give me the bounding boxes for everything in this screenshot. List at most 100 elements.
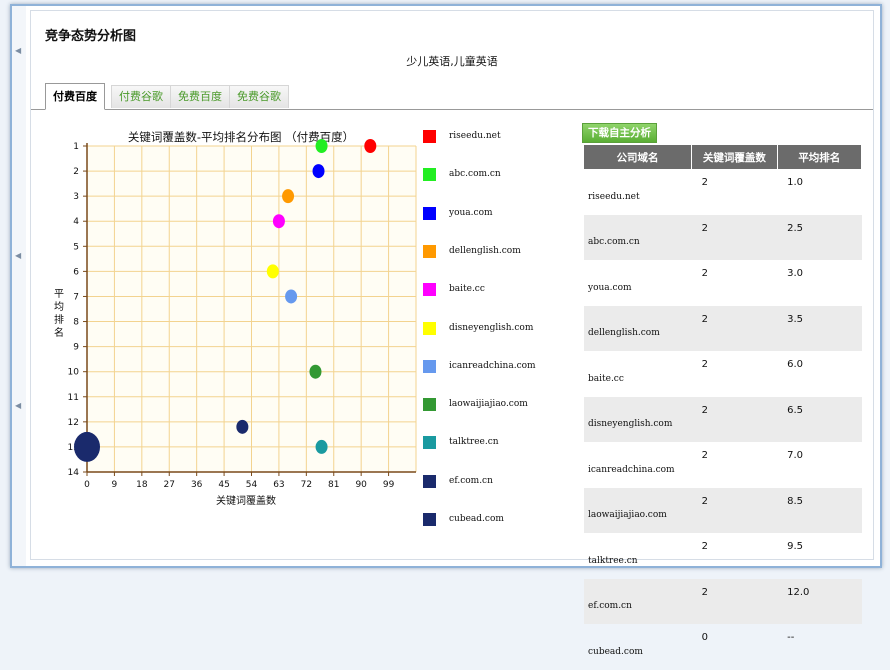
collapse-arrow-icon[interactable]: ◀: [15, 46, 21, 55]
avg-rank-cell: 3.5: [777, 305, 862, 351]
legend-swatch: [423, 474, 436, 488]
table-row: riseedu.net 2 1.0: [584, 169, 862, 215]
domain-cell: disneyenglish.com: [584, 396, 692, 442]
domain-cell: abc.com.cn: [584, 214, 692, 260]
x-tick-label: 54: [246, 480, 258, 490]
table-row: youa.com 2 3.0: [584, 260, 862, 306]
avg-rank-cell: 12.0: [777, 578, 862, 624]
data-point: [266, 264, 279, 279]
x-tick-label: 72: [301, 480, 312, 490]
column-header-domain[interactable]: 公司域名: [584, 145, 693, 169]
table-row: dellenglish.com 2 3.5: [584, 305, 862, 351]
legend-item[interactable]: youa.com: [423, 206, 563, 222]
collapse-arrow-icon[interactable]: ◀: [15, 401, 21, 410]
legend-swatch: [423, 244, 436, 258]
page-title: 竞争态势分析图: [45, 29, 137, 44]
coverage-cell: 2: [691, 214, 778, 260]
keyword-label: 少儿英语,儿童英语: [406, 55, 498, 68]
domain-cell: icanreadchina.com: [588, 464, 675, 475]
tab-free-baidu[interactable]: 免费百度: [170, 85, 230, 108]
coverage-cell: 2: [691, 305, 778, 351]
domain-cell: riseedu.net: [588, 191, 640, 202]
y-tick-label: 2: [73, 167, 79, 177]
y-tick-label: 8: [73, 318, 79, 328]
legend-item[interactable]: disneyenglish.com: [423, 321, 563, 337]
tab-bar: 付费百度 付费谷歌 免费百度 免费谷歌: [31, 83, 873, 110]
y-tick-label: 3: [73, 192, 79, 202]
competitor-table: 公司域名 关键词覆盖数 平均排名 riseedu.net 2 1.0 abc.com.…: [584, 145, 863, 670]
legend-item[interactable]: abc.com.cn: [423, 167, 563, 183]
coverage-cell: 2: [701, 177, 708, 188]
x-tick-label: 90: [355, 480, 367, 490]
x-tick-label: 99: [383, 480, 395, 490]
coverage-cell: 2: [701, 450, 708, 461]
legend-item[interactable]: dellenglish.com: [423, 244, 563, 260]
y-tick-label: 14: [68, 468, 80, 478]
x-axis-label: 关键词覆盖数: [216, 494, 276, 507]
legend-swatch: [423, 321, 436, 335]
domain-cell: dellenglish.com: [584, 305, 692, 351]
legend-swatch: [423, 436, 436, 450]
domain-cell: ef.com.cn: [584, 578, 692, 624]
table-row: abc.com.cn 2 2.5: [584, 214, 862, 260]
download-analysis-button[interactable]: 下载自主分析: [582, 123, 657, 143]
x-tick-label: 81: [328, 480, 339, 490]
avg-rank-cell: 7.0: [787, 450, 804, 461]
legend-swatch: [423, 206, 436, 220]
avg-rank-cell: 9.5: [787, 541, 804, 552]
table-row: disneyenglish.com 2 6.5: [584, 396, 862, 442]
y-tick-label: 4: [73, 217, 79, 227]
legend-swatch: [423, 130, 436, 143]
avg-rank-cell: 6.0: [787, 359, 804, 370]
data-point: [236, 419, 249, 434]
data-point: [315, 439, 328, 454]
column-header-avg-rank[interactable]: 平均排名: [777, 145, 863, 169]
x-tick-label: 18: [136, 480, 148, 490]
tab-free-google[interactable]: 免费谷歌: [229, 85, 289, 108]
table-row: ef.com.cn 2 12.0: [584, 578, 862, 624]
collapse-arrow-icon[interactable]: ◀: [15, 251, 21, 260]
legend-item[interactable]: riseedu.net: [423, 129, 563, 145]
y-tick-label: 11: [68, 393, 79, 403]
legend-item[interactable]: icanreadchina.com: [423, 359, 563, 375]
x-tick-label: 45: [218, 480, 229, 490]
tab-paid-google[interactable]: 付费谷歌: [111, 85, 171, 108]
data-point: [74, 431, 100, 462]
y-tick-label: 1: [73, 142, 79, 152]
avg-rank-cell: 1.0: [787, 177, 804, 188]
tab-paid-baidu[interactable]: 付费百度: [45, 83, 105, 110]
coverage-cell: 2: [701, 541, 708, 552]
legend-item[interactable]: baite.cc: [423, 282, 563, 298]
legend-item[interactable]: talktree.cn: [423, 435, 563, 451]
avg-rank-cell: 8.5: [777, 487, 862, 533]
legend-label: abc.com.cn: [449, 169, 501, 180]
data-point: [364, 139, 377, 153]
legend-label: dellenglish.com: [449, 245, 521, 256]
y-tick-label: 6: [73, 267, 79, 277]
avg-rank-cell: 3.0: [787, 268, 804, 279]
table-row: icanreadchina.com 2 7.0: [584, 442, 862, 488]
data-point: [282, 189, 295, 204]
avg-rank-cell: 6.5: [777, 396, 862, 442]
table-row: baite.cc 2 6.0: [584, 351, 862, 397]
legend-label: laowaijiajiao.com: [449, 399, 528, 410]
legend-label: ef.com.cn: [449, 475, 493, 486]
legend-item[interactable]: ef.com.cn: [423, 474, 563, 490]
domain-cell: youa.com: [588, 282, 632, 293]
legend-label: disneyenglish.com: [449, 322, 534, 333]
coverage-cell: 2: [691, 396, 778, 442]
legend-item[interactable]: laowaijiajiao.com: [423, 397, 563, 413]
x-tick-label: 0: [84, 480, 90, 490]
left-gutter: ◀ ◀ ◀: [12, 6, 26, 566]
avg-rank-cell: 2.5: [777, 214, 862, 260]
legend-swatch: [423, 513, 436, 526]
legend-swatch: [423, 283, 436, 297]
data-point: [285, 289, 298, 304]
column-header-coverage[interactable]: 关键词覆盖数: [691, 145, 778, 169]
table-row: talktree.cn 2 9.5: [584, 533, 862, 579]
legend-swatch: [423, 359, 436, 373]
legend-swatch: [423, 398, 436, 412]
data-point: [309, 364, 322, 379]
data-point: [315, 139, 328, 153]
legend-item[interactable]: cubead.com: [423, 512, 563, 528]
